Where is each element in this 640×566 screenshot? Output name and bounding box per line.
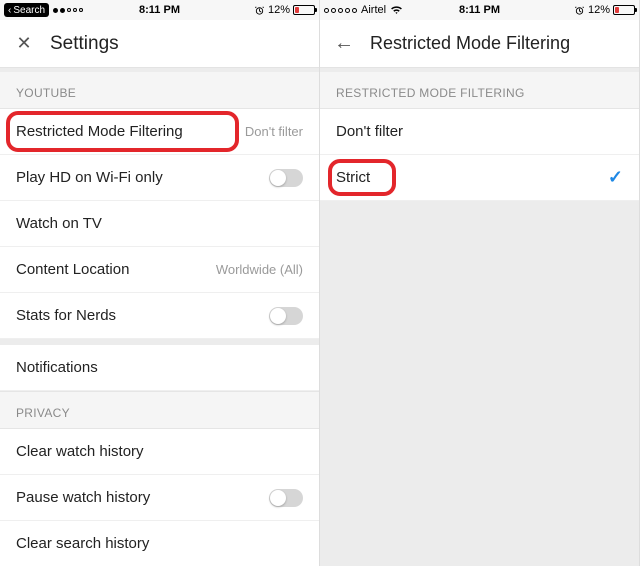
row-content-location[interactable]: Content Location Worldwide (All): [0, 247, 319, 293]
status-bar: ‹ Search 8:11 PM 12%: [0, 0, 319, 20]
check-icon: ✓: [608, 167, 623, 188]
status-time: 8:11 PM: [320, 4, 639, 16]
restricted-mode-screen: Airtel 8:11 PM 12% Restricted Mode Filte…: [320, 0, 640, 566]
section-header-privacy: PRIVACY: [0, 391, 319, 429]
row-clear-search[interactable]: Clear search history: [0, 521, 319, 566]
back-icon[interactable]: [334, 34, 354, 54]
row-label: Pause watch history: [16, 489, 269, 506]
row-value: Worldwide (All): [216, 262, 303, 277]
page-title: Restricted Mode Filtering: [370, 33, 570, 54]
close-icon[interactable]: [14, 34, 34, 54]
status-bar: Airtel 8:11 PM 12%: [320, 0, 639, 20]
status-time: 8:11 PM: [0, 4, 319, 16]
row-clear-watch[interactable]: Clear watch history: [0, 429, 319, 475]
battery-icon: [613, 5, 635, 15]
filtering-content: RESTRICTED MODE FILTERING Don't filter S…: [320, 68, 639, 566]
row-label: Watch on TV: [16, 215, 303, 232]
section-header-filtering: RESTRICTED MODE FILTERING: [320, 72, 639, 109]
row-notifications[interactable]: Notifications: [0, 345, 319, 391]
row-label: Play HD on Wi-Fi only: [16, 169, 269, 186]
section-header-youtube: YOUTUBE: [0, 72, 319, 109]
option-label: Strict: [336, 169, 608, 186]
row-value: Don't filter: [245, 124, 303, 139]
settings-content: YOUTUBE Restricted Mode Filtering Don't …: [0, 68, 319, 566]
option-strict[interactable]: Strict ✓: [320, 155, 639, 201]
row-play-hd[interactable]: Play HD on Wi-Fi only: [0, 155, 319, 201]
switch-play-hd[interactable]: [269, 169, 303, 187]
switch-stats[interactable]: [269, 307, 303, 325]
row-label: Restricted Mode Filtering: [16, 123, 245, 140]
row-label: Clear search history: [16, 535, 303, 552]
row-watch-tv[interactable]: Watch on TV: [0, 201, 319, 247]
row-pause-watch[interactable]: Pause watch history: [0, 475, 319, 521]
battery-icon: [293, 5, 315, 15]
app-header: Restricted Mode Filtering: [320, 20, 639, 68]
row-label: Notifications: [16, 359, 303, 376]
option-dont-filter[interactable]: Don't filter: [320, 109, 639, 155]
option-label: Don't filter: [336, 123, 623, 140]
row-stats-nerds[interactable]: Stats for Nerds: [0, 293, 319, 339]
page-title: Settings: [50, 33, 119, 55]
row-restricted-mode[interactable]: Restricted Mode Filtering Don't filter: [0, 109, 319, 155]
row-label: Content Location: [16, 261, 216, 278]
switch-pause-watch[interactable]: [269, 489, 303, 507]
settings-screen: ‹ Search 8:11 PM 12% Settings YOUTUBE Re…: [0, 0, 320, 566]
row-label: Stats for Nerds: [16, 307, 269, 324]
app-header: Settings: [0, 20, 319, 68]
row-label: Clear watch history: [16, 443, 303, 460]
